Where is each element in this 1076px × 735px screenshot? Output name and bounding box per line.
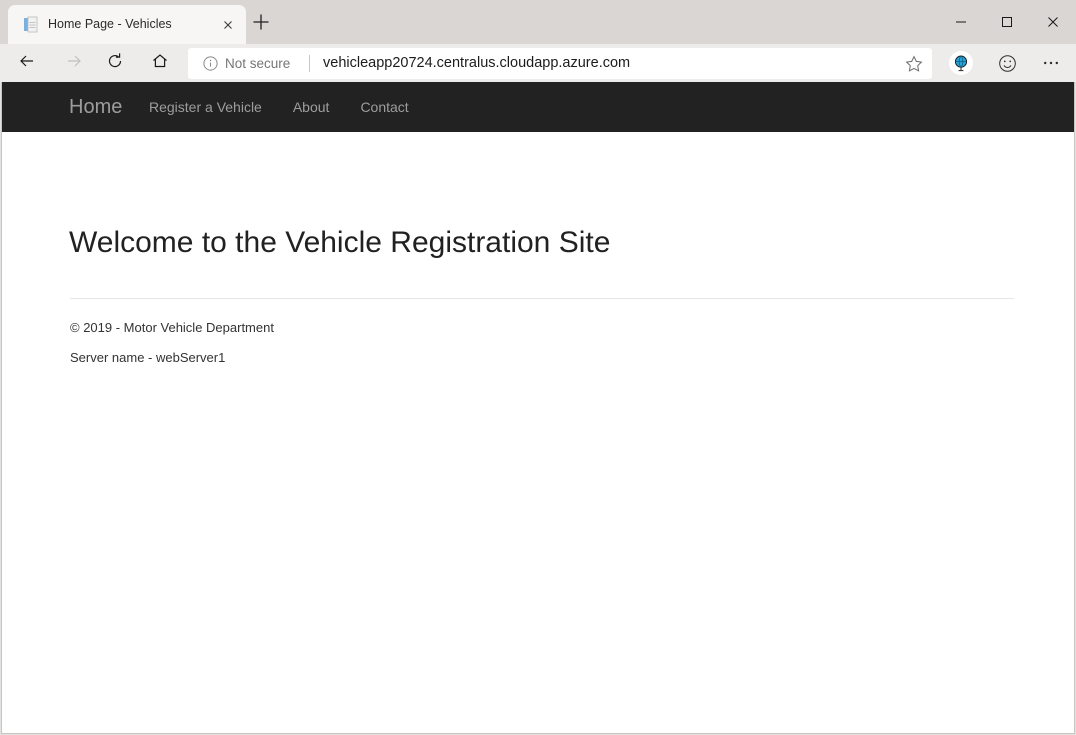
page-viewport: Home Register a Vehicle About Contact We… (1, 82, 1075, 734)
browser-tab-title: Home Page - Vehicles (48, 5, 223, 44)
home-button[interactable] (146, 49, 174, 77)
document-page-icon (22, 16, 39, 33)
smiley-feedback-icon[interactable] (993, 49, 1021, 77)
browser-tab[interactable]: Home Page - Vehicles (8, 5, 246, 44)
nav-link-register-a-vehicle[interactable]: Register a Vehicle (149, 99, 262, 115)
globe-extension-icon[interactable] (947, 49, 975, 77)
navbar-brand-home[interactable]: Home (69, 82, 122, 132)
arrow-right-icon (64, 51, 84, 76)
star-icon[interactable] (904, 54, 924, 74)
browser-toolbar: Not secure vehicleapp20724.centralus.clo… (0, 44, 1076, 82)
arrow-left-icon (17, 51, 37, 76)
forward-button (60, 49, 88, 77)
footer-copyright: © 2019 - Motor Vehicle Department (70, 320, 274, 335)
info-circle-icon[interactable] (202, 55, 219, 72)
address-separator (309, 55, 310, 72)
title-bar: Home Page - Vehicles (0, 0, 1076, 44)
browser-window: Home Page - Vehicles (0, 0, 1076, 735)
address-bar[interactable]: Not secure vehicleapp20724.centralus.clo… (188, 48, 932, 79)
home-icon (150, 51, 170, 76)
minimize-button[interactable] (938, 0, 984, 44)
close-window-button[interactable] (1030, 0, 1076, 44)
navbar-links: Register a Vehicle About Contact (149, 82, 440, 132)
back-button[interactable] (13, 49, 41, 77)
footer-divider (70, 298, 1014, 299)
security-status-text: Not secure (225, 48, 290, 79)
page-title: Welcome to the Vehicle Registration Site (69, 226, 610, 260)
close-tab-icon[interactable] (219, 16, 237, 34)
new-tab-button[interactable] (250, 11, 272, 33)
nav-link-about[interactable]: About (293, 99, 330, 115)
refresh-icon (105, 51, 125, 76)
nav-link-contact[interactable]: Contact (360, 99, 408, 115)
reload-button[interactable] (101, 49, 129, 77)
site-navbar: Home Register a Vehicle About Contact (2, 82, 1074, 132)
window-controls (938, 0, 1076, 44)
maximize-button[interactable] (984, 0, 1030, 44)
footer-server-name: Server name - webServer1 (70, 350, 225, 365)
url-text[interactable]: vehicleapp20724.centralus.cloudapp.azure… (323, 48, 630, 79)
more-options-icon[interactable] (1037, 49, 1065, 77)
